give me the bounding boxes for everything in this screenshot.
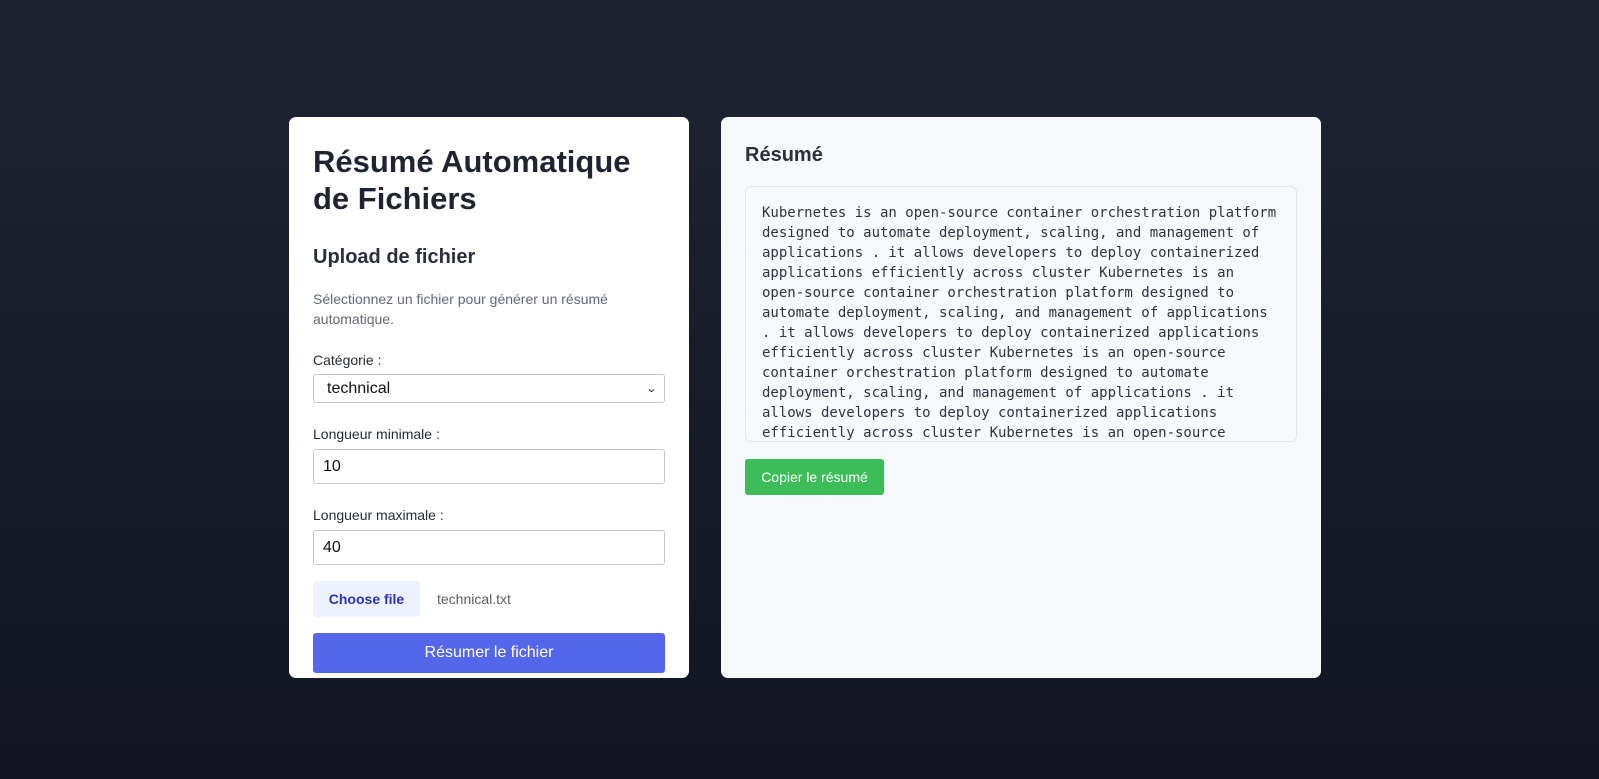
upload-description: Sélectionnez un fichier pour générer un … <box>313 291 608 327</box>
min-length-value: 10 <box>323 457 341 475</box>
summary-text-box[interactable]: Kubernetes is an open-source container o… <box>745 186 1297 442</box>
upload-section-title: Upload de fichier <box>313 246 476 268</box>
summary-card: Résumé Kubernetes is an open-source cont… <box>721 117 1321 678</box>
max-length-value: 40 <box>323 538 341 556</box>
summary-title: Résumé <box>745 144 823 166</box>
category-label: Catégorie : <box>313 352 382 368</box>
upload-card: Résumé Automatique de Fichiers Upload de… <box>289 117 689 678</box>
min-length-label: Longueur minimale : <box>313 426 440 442</box>
selected-file-name: technical.txt <box>437 591 511 607</box>
choose-file-button[interactable]: Choose file <box>313 581 420 617</box>
category-select-value: technical <box>327 379 391 397</box>
max-length-input[interactable]: 40 <box>313 530 665 565</box>
min-length-input[interactable]: 10 <box>313 449 665 484</box>
category-select[interactable]: technical ⌄ <box>313 374 665 403</box>
copy-summary-button[interactable]: Copier le résumé <box>745 459 884 495</box>
chevron-down-icon: ⌄ <box>645 383 658 395</box>
max-length-label: Longueur maximale : <box>313 507 444 523</box>
file-picker: Choose file technical.txt <box>313 581 665 617</box>
page-title: Résumé Automatique de Fichiers <box>313 144 631 216</box>
summarize-button[interactable]: Résumer le fichier <box>313 633 665 673</box>
